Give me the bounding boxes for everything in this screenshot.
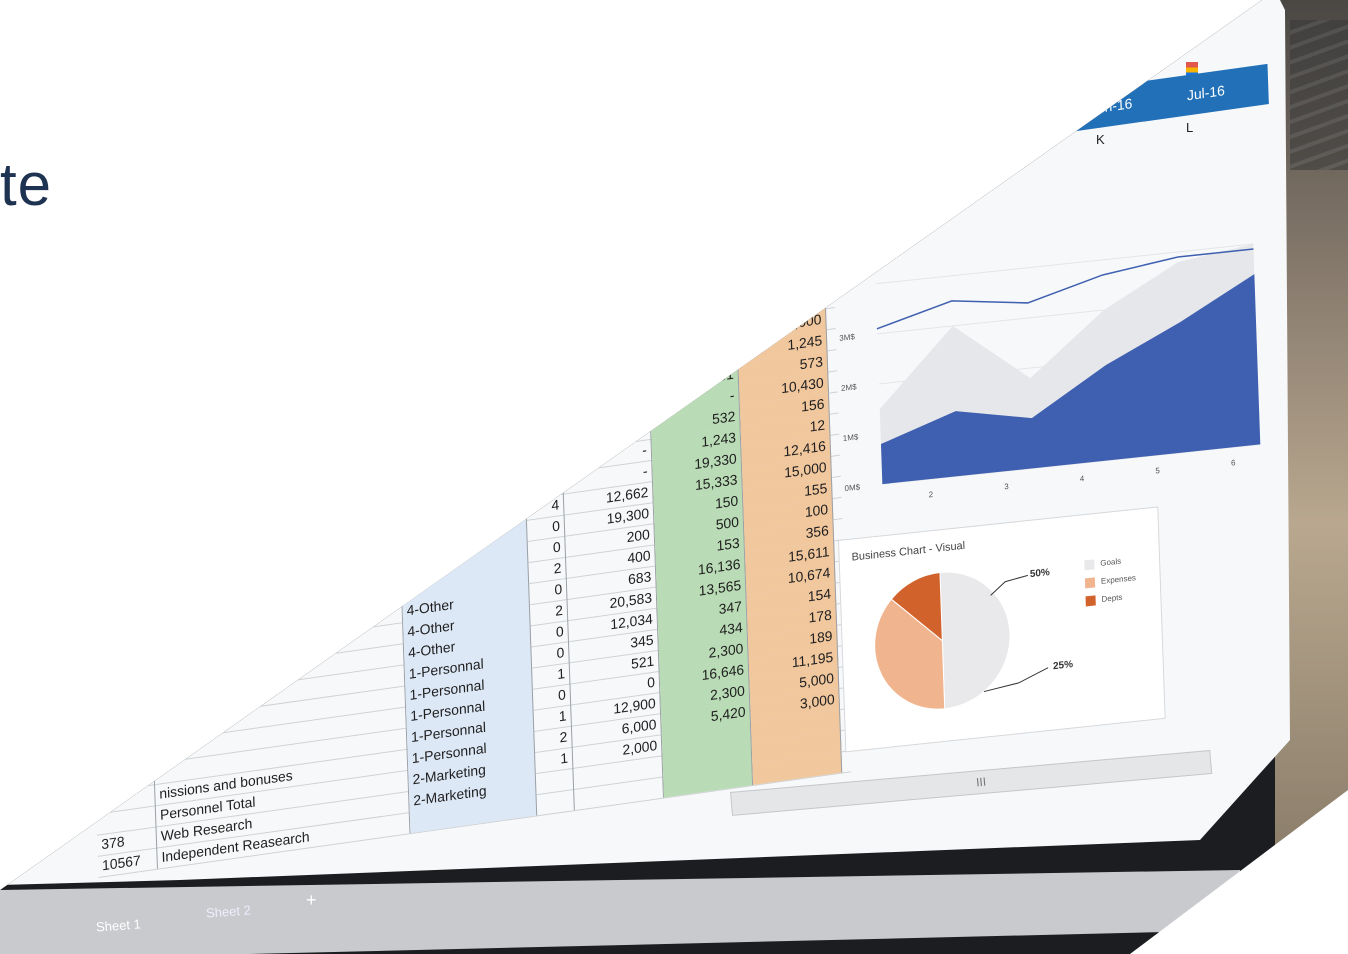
table-cell-id[interactable]	[88, 573, 149, 603]
table-cell-q[interactable]	[523, 409, 562, 436]
table-cell-cat[interactable]	[397, 435, 525, 475]
table-cell-cat[interactable]	[395, 393, 524, 433]
table-cell-name[interactable]	[147, 537, 401, 595]
table-cell-name[interactable]	[145, 474, 399, 531]
table-cell-name[interactable]	[146, 516, 401, 574]
table-cell-a[interactable]	[559, 354, 650, 388]
table-cell-id[interactable]	[88, 594, 150, 624]
table-cell-id[interactable]	[92, 699, 153, 730]
table-cell-b[interactable]	[647, 320, 738, 355]
legend-swatch-depts	[1085, 595, 1096, 607]
table-cell-id[interactable]	[89, 615, 150, 645]
keyboard-background	[1290, 20, 1348, 170]
table-cell-id[interactable]	[87, 552, 148, 582]
add-sheet-button[interactable]: +	[306, 890, 317, 911]
x-tick-label: 5	[1155, 466, 1160, 476]
header-month-j: 16	[1016, 109, 1033, 128]
table-cell-cat[interactable]	[396, 414, 524, 454]
table-cell-id[interactable]	[90, 636, 151, 666]
spreadsheet-screen: 16 Jun-16 Jul-16 K L 2,000 10,000 190 1,245…	[0, 0, 1290, 890]
table-cell-id[interactable]	[85, 488, 146, 519]
table-cell-q[interactable]	[520, 324, 559, 352]
table-cell-cat[interactable]	[393, 329, 522, 369]
table-cell-name[interactable]	[140, 347, 395, 405]
table-cell-q[interactable]	[521, 366, 561, 394]
table-cell-b[interactable]	[647, 299, 737, 334]
legend-swatch-expenses	[1084, 577, 1096, 589]
area-chart-svg: 0M$ 1M$ 2M$ 3M$ 4M$ 2 3 4 5 6	[837, 243, 1261, 500]
table-cell-id[interactable]	[82, 404, 143, 434]
table-cell-q[interactable]	[525, 472, 564, 499]
table-cell-id[interactable]	[86, 530, 147, 561]
table-cell-name[interactable]	[141, 368, 395, 426]
table-cell-name[interactable]	[143, 411, 397, 468]
x-tick-label: 6	[1231, 458, 1236, 468]
table-cell-name[interactable]	[142, 389, 396, 447]
table-cell-cat[interactable]	[394, 351, 522, 390]
table-cell-cat[interactable]	[394, 372, 523, 412]
table-cell-name[interactable]	[148, 558, 402, 616]
table-cell-q[interactable]	[524, 451, 564, 478]
table-cell-id[interactable]	[93, 720, 154, 751]
table-cell-id[interactable]	[94, 742, 155, 772]
table-cell-id[interactable]	[83, 425, 144, 455]
legend-swatch-goals	[1084, 559, 1095, 571]
table-cell-cat[interactable]	[399, 498, 527, 538]
scrollbar-grip[interactable]: III	[975, 775, 986, 790]
page-title-fragment: te	[0, 151, 53, 218]
table-cell-b[interactable]: 190	[648, 341, 739, 376]
table-cell-q[interactable]	[521, 345, 560, 373]
table-cell-a[interactable]	[560, 396, 651, 431]
table-cell-a[interactable]	[557, 312, 648, 346]
table-cell-a[interactable]	[560, 375, 650, 410]
table-cell-name[interactable]	[146, 495, 400, 553]
y-tick-label: 4M$	[837, 282, 853, 293]
table-cell-q[interactable]	[536, 788, 575, 816]
table-cell-id[interactable]	[91, 657, 152, 688]
area-chart: 0M$ 1M$ 2M$ 3M$ 4M$ 2 3 4 5 6	[815, 221, 1290, 531]
table-cell-cat[interactable]	[398, 477, 527, 517]
tab-sheet-2[interactable]: Sheet 2	[206, 902, 252, 920]
table-cell-name[interactable]	[143, 432, 398, 489]
table-cell-id[interactable]	[86, 509, 147, 540]
table-cell-q[interactable]	[522, 387, 561, 415]
x-tick-label: 3	[1004, 482, 1009, 492]
table-cell-name[interactable]	[149, 579, 403, 637]
laptop-photo: 16 Jun-16 Jul-16 K L 2,000 10,000 190 1,245…	[0, 0, 1348, 954]
y-tick-label: 3M$	[839, 332, 855, 343]
pie-chart-svg	[874, 571, 1049, 710]
tab-sheet-1[interactable]: Sheet 1	[96, 916, 142, 934]
y-tick-label: 1M$	[843, 432, 859, 443]
table-cell-id[interactable]	[81, 383, 142, 413]
legend-label-depts: Depts	[1101, 592, 1123, 604]
table-cell-id[interactable]	[83, 446, 144, 477]
table-cell-name[interactable]	[144, 453, 398, 510]
y-tick-label: 0M$	[844, 482, 860, 493]
table-cell-c[interactable]: 2,000	[736, 287, 827, 321]
table-cell-cat[interactable]	[397, 456, 526, 496]
photo-stage: te 16 Jun-16 Jul-16 K L 2,000 10,000 190 1,…	[0, 0, 1348, 954]
y-tick-label: 2M$	[841, 382, 857, 393]
table-cell-id[interactable]	[91, 678, 153, 709]
table-cell-q[interactable]	[523, 430, 563, 457]
x-tick-label: 4	[1080, 474, 1085, 484]
table-cell-id[interactable]	[84, 467, 145, 498]
leader-line-50	[990, 574, 1028, 596]
pie-annotation-50: 50%	[1029, 567, 1050, 581]
pie-annotation-25: 25%	[1052, 659, 1074, 673]
table-cell-a[interactable]	[558, 333, 649, 367]
legend-label-goals: Goals	[1100, 556, 1122, 568]
x-tick-label: 2	[929, 490, 934, 500]
pie-chart-card: Business Chart - Visual Goals Expenses D…	[838, 506, 1166, 753]
